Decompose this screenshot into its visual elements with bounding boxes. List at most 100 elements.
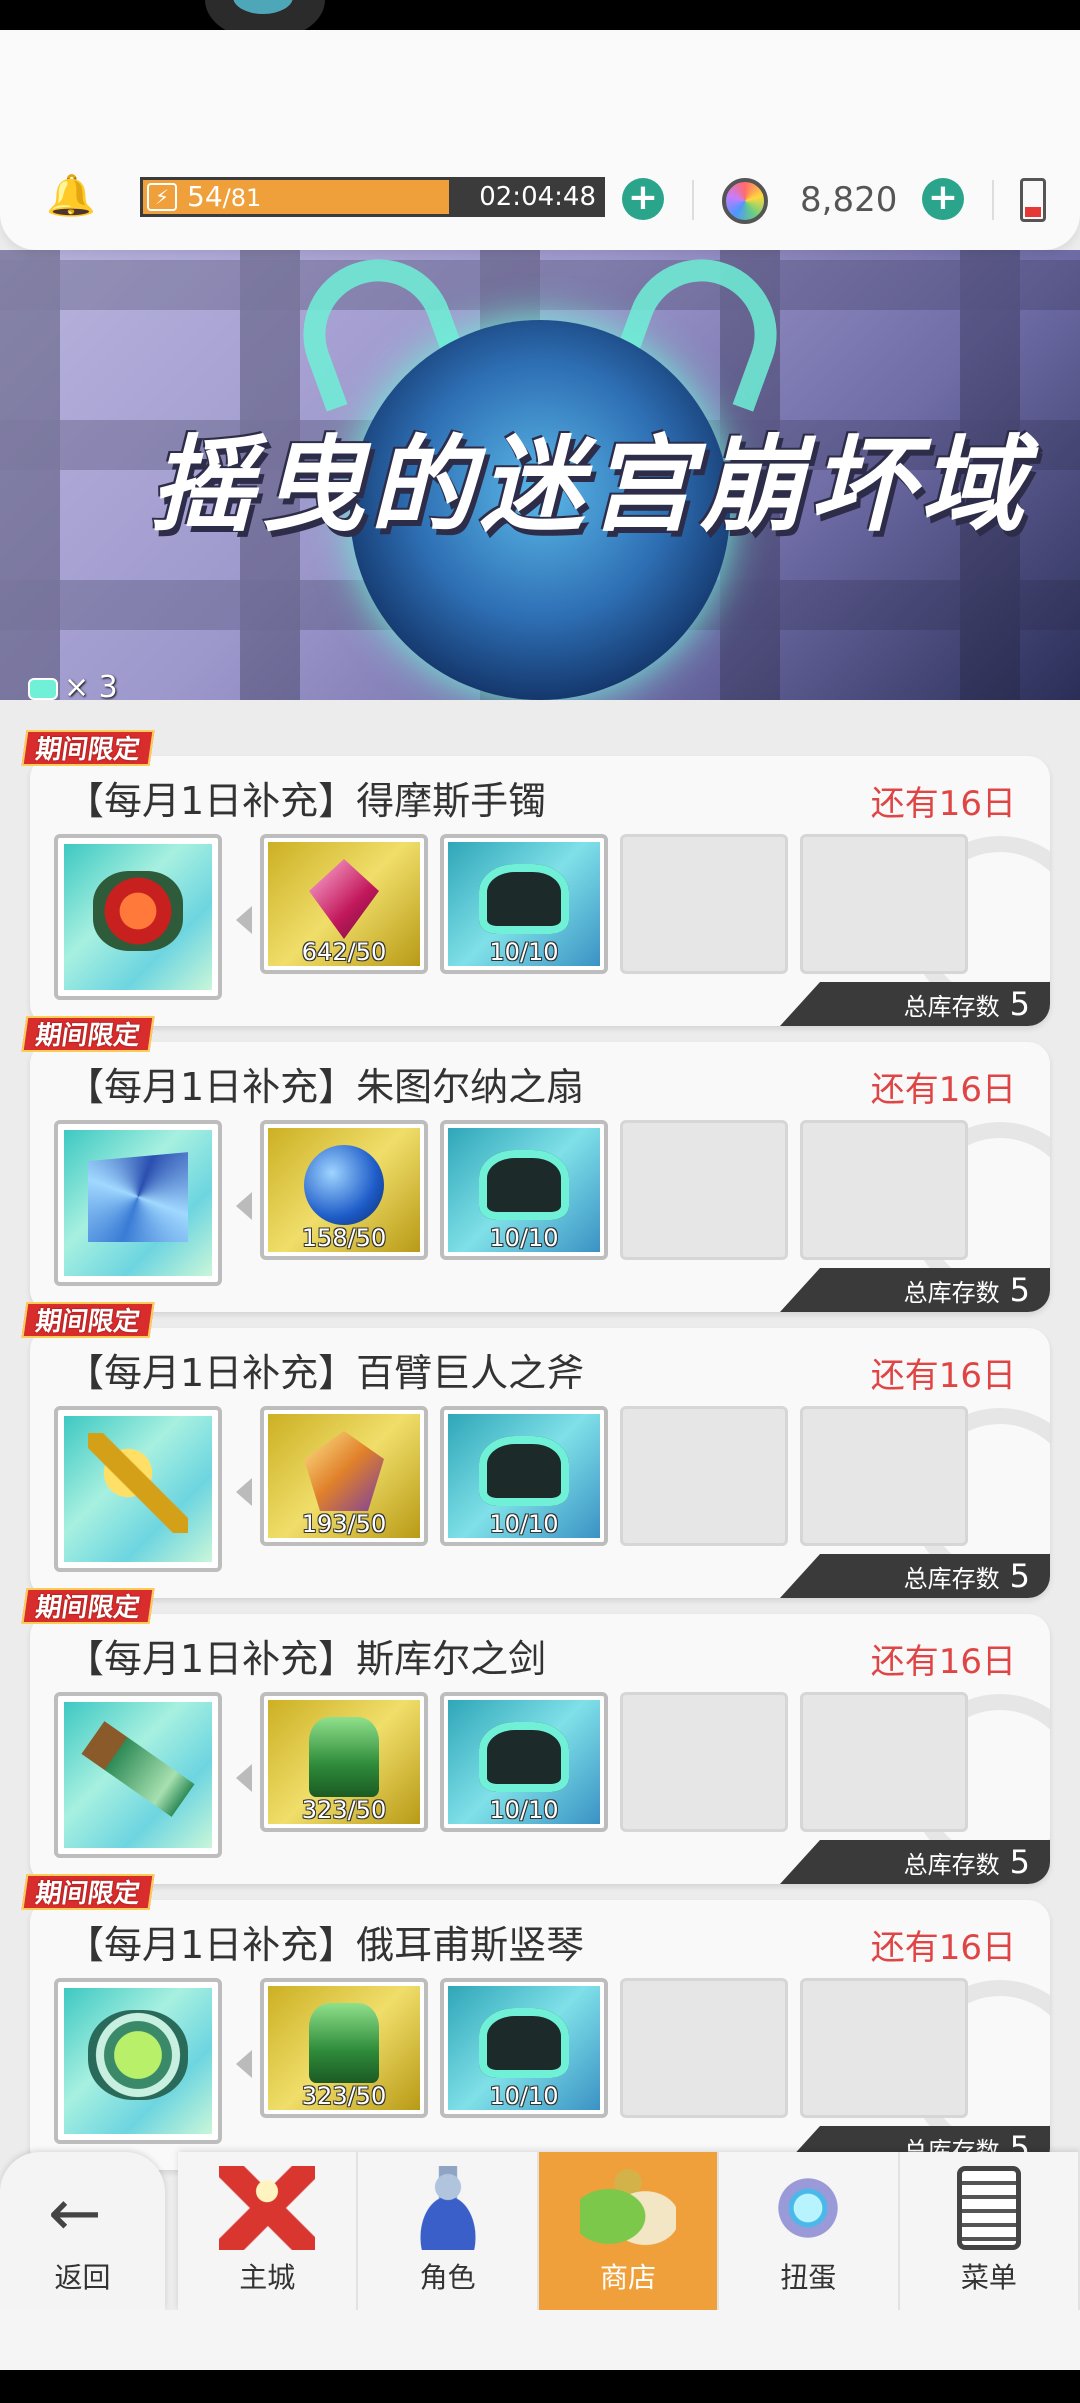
tab-menu[interactable]: 菜单 <box>900 2152 1080 2310</box>
back-button[interactable]: ← 返回 <box>0 2152 165 2310</box>
ticket-icon <box>28 677 58 700</box>
orb-icon <box>304 1145 384 1226</box>
stock-count: 总库存数 5 <box>780 982 1050 1026</box>
gem-crest-icon <box>304 1431 384 1512</box>
stamina-value: 54/81 <box>187 180 262 213</box>
token-icon <box>479 1150 569 1221</box>
fan-icon <box>88 1152 188 1243</box>
token-icon <box>479 1722 569 1793</box>
axe-icon <box>88 1433 188 1534</box>
arrow-left-icon <box>236 1192 252 1220</box>
cost-slot[interactable]: 642/50 <box>260 834 428 974</box>
empty-slot <box>800 1120 968 1260</box>
limited-tag: 期间限定 <box>21 1874 155 1910</box>
empty-slot <box>620 1692 788 1832</box>
token-icon <box>479 1436 569 1507</box>
empty-slot <box>800 834 968 974</box>
status-bar <box>0 0 1080 30</box>
cost-slot[interactable]: 10/10 <box>440 1406 608 1546</box>
gem-count: 8,820 <box>800 180 898 220</box>
bottom-navigation: ← 返回 主城 角色 商店 扭蛋 菜单 <box>0 2130 1080 2310</box>
cost-slot[interactable]: 193/50 <box>260 1406 428 1546</box>
limited-tag: 期间限定 <box>21 1588 155 1624</box>
item-title: 【每月1日补充】得摩斯手镯 <box>66 779 547 823</box>
green-crystal-icon <box>309 2003 379 2084</box>
tab-shop[interactable]: 商店 <box>538 2152 720 2310</box>
divider <box>992 180 994 220</box>
token-icon <box>479 864 569 935</box>
cost-slot[interactable]: 10/10 <box>440 1120 608 1260</box>
banner-title: 摇曳的迷宫崩坏域 <box>150 424 1031 546</box>
time-remaining: 还有16日 <box>870 1928 1016 1968</box>
limited-tag: 期间限定 <box>21 1016 155 1052</box>
cost-slot[interactable]: 10/10 <box>440 1692 608 1832</box>
empty-slot <box>800 1692 968 1832</box>
resource-bar: 🔔 ⚡ 54/81 02:04:48 + 8,820 + <box>0 30 1080 250</box>
ticket-count: × 3 <box>28 670 118 700</box>
empty-slot <box>800 1406 968 1546</box>
token-icon <box>479 2008 569 2079</box>
limited-tag: 期间限定 <box>21 1302 155 1338</box>
empty-slot <box>620 1978 788 2118</box>
gacha-icon <box>760 2166 857 2250</box>
reward-slot[interactable] <box>54 1978 222 2144</box>
arrow-left-icon <box>236 2050 252 2078</box>
shop-item-card[interactable]: 【每月1日补充】斯库尔之剑 还有16日 323/50 10/10 总库存数 5 <box>30 1614 1050 1884</box>
battery-icon <box>1020 178 1046 222</box>
tab-character[interactable]: 角色 <box>358 2152 539 2310</box>
cost-slot[interactable]: 323/50 <box>260 1978 428 2118</box>
shop-item-card[interactable]: 【每月1日补充】得摩斯手镯 还有16日 642/50 10/10 总库存数 5 <box>30 756 1050 1026</box>
back-label: 返回 <box>54 2261 111 2294</box>
crystal-icon <box>309 859 379 940</box>
sword-icon <box>81 1721 195 1818</box>
lightning-icon: ⚡ <box>147 183 177 211</box>
shop-item-card[interactable]: 【每月1日补充】百臂巨人之斧 还有16日 193/50 10/10 总库存数 5 <box>30 1328 1050 1598</box>
add-stamina-button[interactable]: + <box>622 178 664 220</box>
lyre-icon <box>88 2010 188 2101</box>
nav-tabs: 主城 角色 商店 扭蛋 菜单 <box>178 2152 1080 2310</box>
cost-slot[interactable]: 10/10 <box>440 1978 608 2118</box>
time-remaining: 还有16日 <box>870 1356 1016 1396</box>
empty-slot <box>620 1406 788 1546</box>
reward-slot[interactable] <box>54 1406 222 1572</box>
divider <box>692 180 694 220</box>
event-banner[interactable]: 摇曳的迷宫崩坏域 × 3 <box>0 250 1080 700</box>
time-remaining: 还有16日 <box>870 784 1016 824</box>
cost-slot[interactable]: 323/50 <box>260 1692 428 1832</box>
arrow-left-icon: ← <box>48 2177 102 2251</box>
stock-count: 总库存数 5 <box>780 1268 1050 1312</box>
item-title: 【每月1日补充】斯库尔之剑 <box>66 1637 547 1681</box>
empty-slot <box>800 1978 968 2118</box>
item-title: 【每月1日补充】百臂巨人之斧 <box>66 1351 585 1395</box>
shop-bag-icon <box>580 2166 677 2250</box>
time-remaining: 还有16日 <box>870 1070 1016 1110</box>
character-icon <box>399 2166 496 2250</box>
item-title: 【每月1日补充】俄耳甫斯竖琴 <box>66 1923 585 1967</box>
stock-count: 总库存数 5 <box>780 1554 1050 1598</box>
item-title: 【每月1日补充】朱图尔纳之扇 <box>66 1065 585 1109</box>
reward-slot[interactable] <box>54 1692 222 1858</box>
bell-icon[interactable]: 🔔 <box>46 172 96 220</box>
system-nav-bar <box>0 2370 1080 2403</box>
arrow-left-icon <box>236 1764 252 1792</box>
tab-gacha[interactable]: 扭蛋 <box>719 2152 900 2310</box>
shop-screen: 🔔 ⚡ 54/81 02:04:48 + 8,820 + 摇曳的迷宫崩坏域 × … <box>0 30 1080 2370</box>
shop-item-card[interactable]: 【每月1日补充】朱图尔纳之扇 还有16日 158/50 10/10 总库存数 5 <box>30 1042 1050 1312</box>
reward-slot[interactable] <box>54 1120 222 1286</box>
main-city-icon <box>219 2166 316 2250</box>
cost-slot[interactable]: 158/50 <box>260 1120 428 1260</box>
limited-tag: 期间限定 <box>21 730 155 766</box>
bracelet-icon <box>93 871 183 952</box>
cost-slot[interactable]: 10/10 <box>440 834 608 974</box>
stamina-bar: ⚡ 54/81 02:04:48 <box>140 177 605 217</box>
gem-icon <box>722 178 768 224</box>
tab-main-city[interactable]: 主城 <box>178 2152 359 2310</box>
footer-bar <box>0 2310 1080 2370</box>
reward-slot[interactable] <box>54 834 222 1000</box>
stock-count: 总库存数 5 <box>780 1840 1050 1884</box>
time-remaining: 还有16日 <box>870 1642 1016 1682</box>
add-gems-button[interactable]: + <box>922 178 964 220</box>
menu-list-icon <box>956 2166 1021 2250</box>
green-crystal-icon <box>309 1717 379 1798</box>
arrow-left-icon <box>236 1478 252 1506</box>
